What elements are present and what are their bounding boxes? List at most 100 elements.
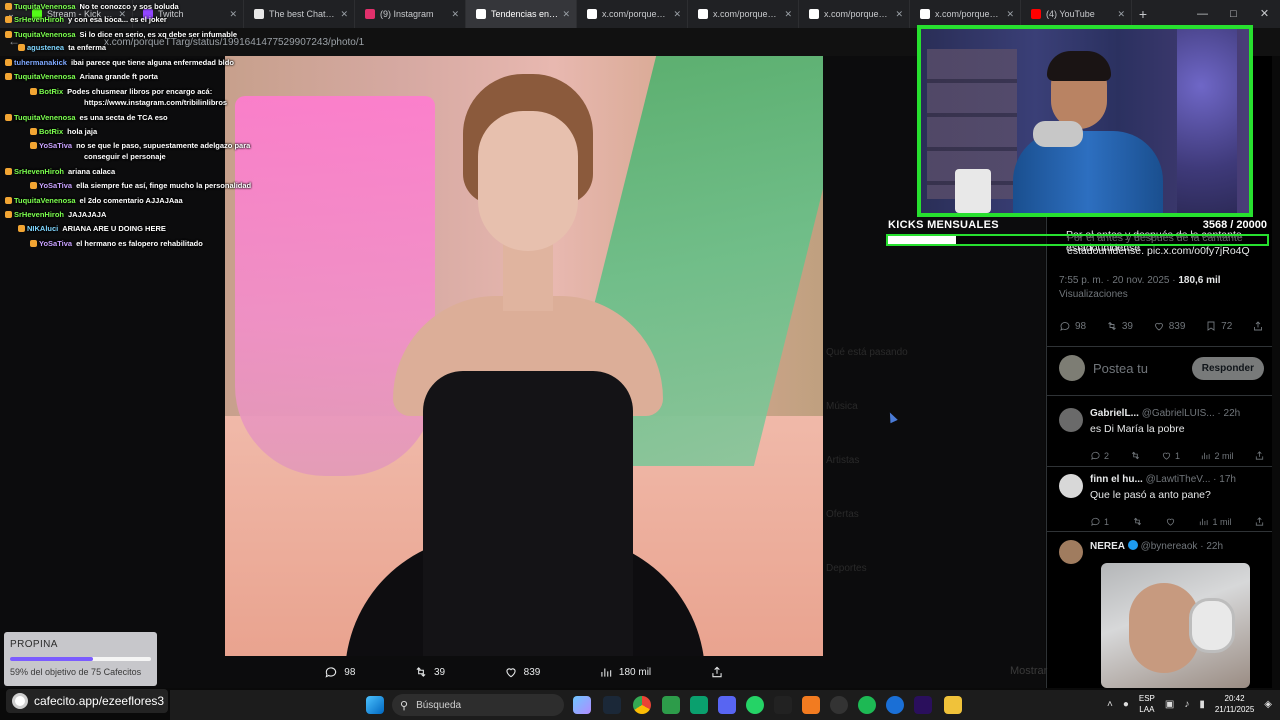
browser-tab[interactable]: The best ChatBot ✕ <box>244 0 355 28</box>
chat-text: el hermano es falopero rehabilitado <box>76 239 203 248</box>
tab-close-icon[interactable]: ✕ <box>1117 9 1125 20</box>
chat-message: agustenea ta enferma <box>18 43 106 53</box>
taskbar-search[interactable]: ⚲ Búsqueda <box>392 694 564 716</box>
chat-message: YoSaTiva el hermano es falopero rehabilit… <box>30 239 203 249</box>
chat-username: agustenea <box>27 43 65 52</box>
photo-views-button[interactable]: 180 mil <box>599 665 651 679</box>
browser-tab[interactable]: Tendencias en Argentina ✕ <box>466 0 577 28</box>
language-indicator[interactable]: ESP LAA <box>1139 693 1155 715</box>
tab-favicon-icon <box>476 9 486 19</box>
app-dark-icon[interactable] <box>774 696 792 714</box>
microphone-icon[interactable]: ● <box>1123 699 1129 710</box>
photo-like-button[interactable]: 839 <box>504 665 540 679</box>
trends-sidebar-faded: Qué está pasando Música Artistas Ofertas Dep… <box>826 326 908 596</box>
browser-tab[interactable]: x.com/porqueTTarg ✕ <box>799 0 910 28</box>
tab-close-icon[interactable]: ✕ <box>673 9 681 20</box>
reply-author[interactable]: GabrielL... <box>1090 408 1139 419</box>
webcam-overlay <box>917 25 1253 217</box>
premiere-icon[interactable] <box>914 696 932 714</box>
minimize-icon[interactable]: — <box>1187 0 1218 28</box>
tab-close-icon[interactable]: ✕ <box>451 9 459 20</box>
tab-close-icon[interactable]: ✕ <box>1006 9 1014 20</box>
chat-message: https://www.instagram.com/tribilinlibros <box>84 98 227 108</box>
clock[interactable]: 20:42 21/11/2025 <box>1215 693 1254 715</box>
chrome-icon[interactable] <box>633 696 651 714</box>
copilot-icon[interactable] <box>573 696 591 714</box>
photo-reply-button[interactable]: 98 <box>324 665 355 679</box>
windows-start-icon[interactable] <box>366 696 384 714</box>
photo-retweet-button[interactable]: 39 <box>414 665 445 679</box>
close-icon[interactable]: ✕ <box>1249 0 1280 28</box>
browser-tab[interactable]: x.com/porqueTTarg ✕ <box>577 0 688 28</box>
maximize-icon[interactable]: □ <box>1218 0 1249 28</box>
chat-message: TuquitaVenenosa Ariana grande ft porta <box>5 72 158 82</box>
tab-favicon-icon <box>698 9 708 19</box>
whatsapp-icon[interactable] <box>746 696 764 714</box>
chevron-up-icon[interactable]: ˄ <box>1107 699 1113 710</box>
chat-username: YoSaTiva <box>39 181 73 190</box>
reply-like-button[interactable] <box>1165 516 1176 527</box>
notification-icon[interactable]: ◈ <box>1264 699 1272 710</box>
tab-close-icon[interactable]: ✕ <box>895 9 903 20</box>
cafecito-link: cafecito.app/ezeeflores3 <box>34 694 165 708</box>
new-tab-button[interactable]: + <box>1132 6 1154 22</box>
windows-taskbar: ⚲ Búsqueda ˄ ● ESP LAA ▣ ♪ ▮ 20:42 21/11/2… <box>170 690 1280 720</box>
reply-like-button[interactable]: 1 <box>1161 450 1180 461</box>
tab-close-icon[interactable]: ✕ <box>340 9 348 20</box>
reply-input[interactable]: Postea tu <box>1093 361 1192 376</box>
chat-message: TuquitaVenenosa Si lo dice en serio, es x… <box>5 30 237 40</box>
chat-badge-icon <box>5 3 12 10</box>
photo-share-button[interactable] <box>710 665 724 679</box>
chat-text: https://www.instagram.com/tribilinlibros <box>84 98 228 107</box>
browser-tab[interactable]: (4) YouTube ✕ <box>1021 0 1132 28</box>
goal-progress-fill <box>888 236 956 244</box>
reply-reply-button[interactable]: 2 <box>1090 450 1109 461</box>
reply-views-button[interactable]: 2 mil <box>1200 450 1234 461</box>
browser-tab[interactable]: x.com/porqueTTarg ✕ <box>910 0 1021 28</box>
app-green-icon[interactable] <box>690 696 708 714</box>
chat-badge-icon <box>5 73 12 80</box>
tweet-like-button[interactable]: 839 <box>1153 320 1185 332</box>
steam-icon[interactable] <box>603 696 621 714</box>
photo-views-count: 180 mil <box>618 666 652 678</box>
app-blue-icon[interactable] <box>886 696 904 714</box>
reply-share-button[interactable] <box>1254 450 1265 461</box>
network-icon[interactable]: ▣ <box>1165 699 1174 710</box>
faded-menu-item: Qué está pasando <box>826 347 908 358</box>
tab-close-icon[interactable]: ✕ <box>562 9 570 20</box>
reply-author[interactable]: NEREA <box>1090 541 1125 552</box>
tweet-reply-button[interactable]: 98 <box>1059 320 1086 332</box>
reply-button[interactable]: Responder <box>1191 356 1264 380</box>
share-icon <box>1255 451 1264 460</box>
spotify-icon[interactable] <box>858 696 876 714</box>
reply-retweet-button[interactable] <box>1130 450 1141 461</box>
file-explorer-icon[interactable] <box>944 696 962 714</box>
reply-views-button[interactable]: 1 mil <box>1198 516 1231 527</box>
reply-share-button[interactable] <box>1254 516 1265 527</box>
battery-icon[interactable]: ▮ <box>1199 699 1205 710</box>
chat-message: tuhermanakick ibai parece que tiene algun… <box>5 58 234 68</box>
tweet-retweet-button[interactable]: 39 <box>1106 320 1133 332</box>
reply-author[interactable]: finn el hu... <box>1090 474 1143 485</box>
app-orange-icon[interactable] <box>802 696 820 714</box>
app-circle-icon[interactable] <box>830 696 848 714</box>
reply-retweet-button[interactable] <box>1132 516 1143 527</box>
tweet-share-button[interactable] <box>1252 320 1264 332</box>
tab-favicon-icon <box>365 9 375 19</box>
cafecito-icon <box>12 693 28 709</box>
browser-tab[interactable]: x.com/porqueTTarg ✕ <box>688 0 799 28</box>
tab-close-icon[interactable]: ✕ <box>784 9 792 20</box>
tweet-photo[interactable] <box>225 56 823 656</box>
reply-media-image[interactable] <box>1101 563 1250 688</box>
taskbar-search-label: Búsqueda <box>416 699 462 711</box>
reply-composer: Postea tu Responder <box>1059 354 1264 382</box>
browser-tab[interactable]: (9) Instagram ✕ <box>355 0 466 28</box>
tweet-bookmark-button[interactable]: 72 <box>1205 320 1232 332</box>
discord-icon[interactable] <box>718 696 736 714</box>
stream-chat-overlay: TuquitaVenenosa No te conozco y sos bolud… <box>0 0 260 260</box>
tweet-views-label: Visualizaciones <box>1059 289 1128 300</box>
volume-icon[interactable]: ♪ <box>1184 699 1189 710</box>
app-b-icon[interactable] <box>662 696 680 714</box>
reply-reply-button[interactable]: 1 <box>1090 516 1109 527</box>
retweet-icon <box>1108 321 1116 331</box>
